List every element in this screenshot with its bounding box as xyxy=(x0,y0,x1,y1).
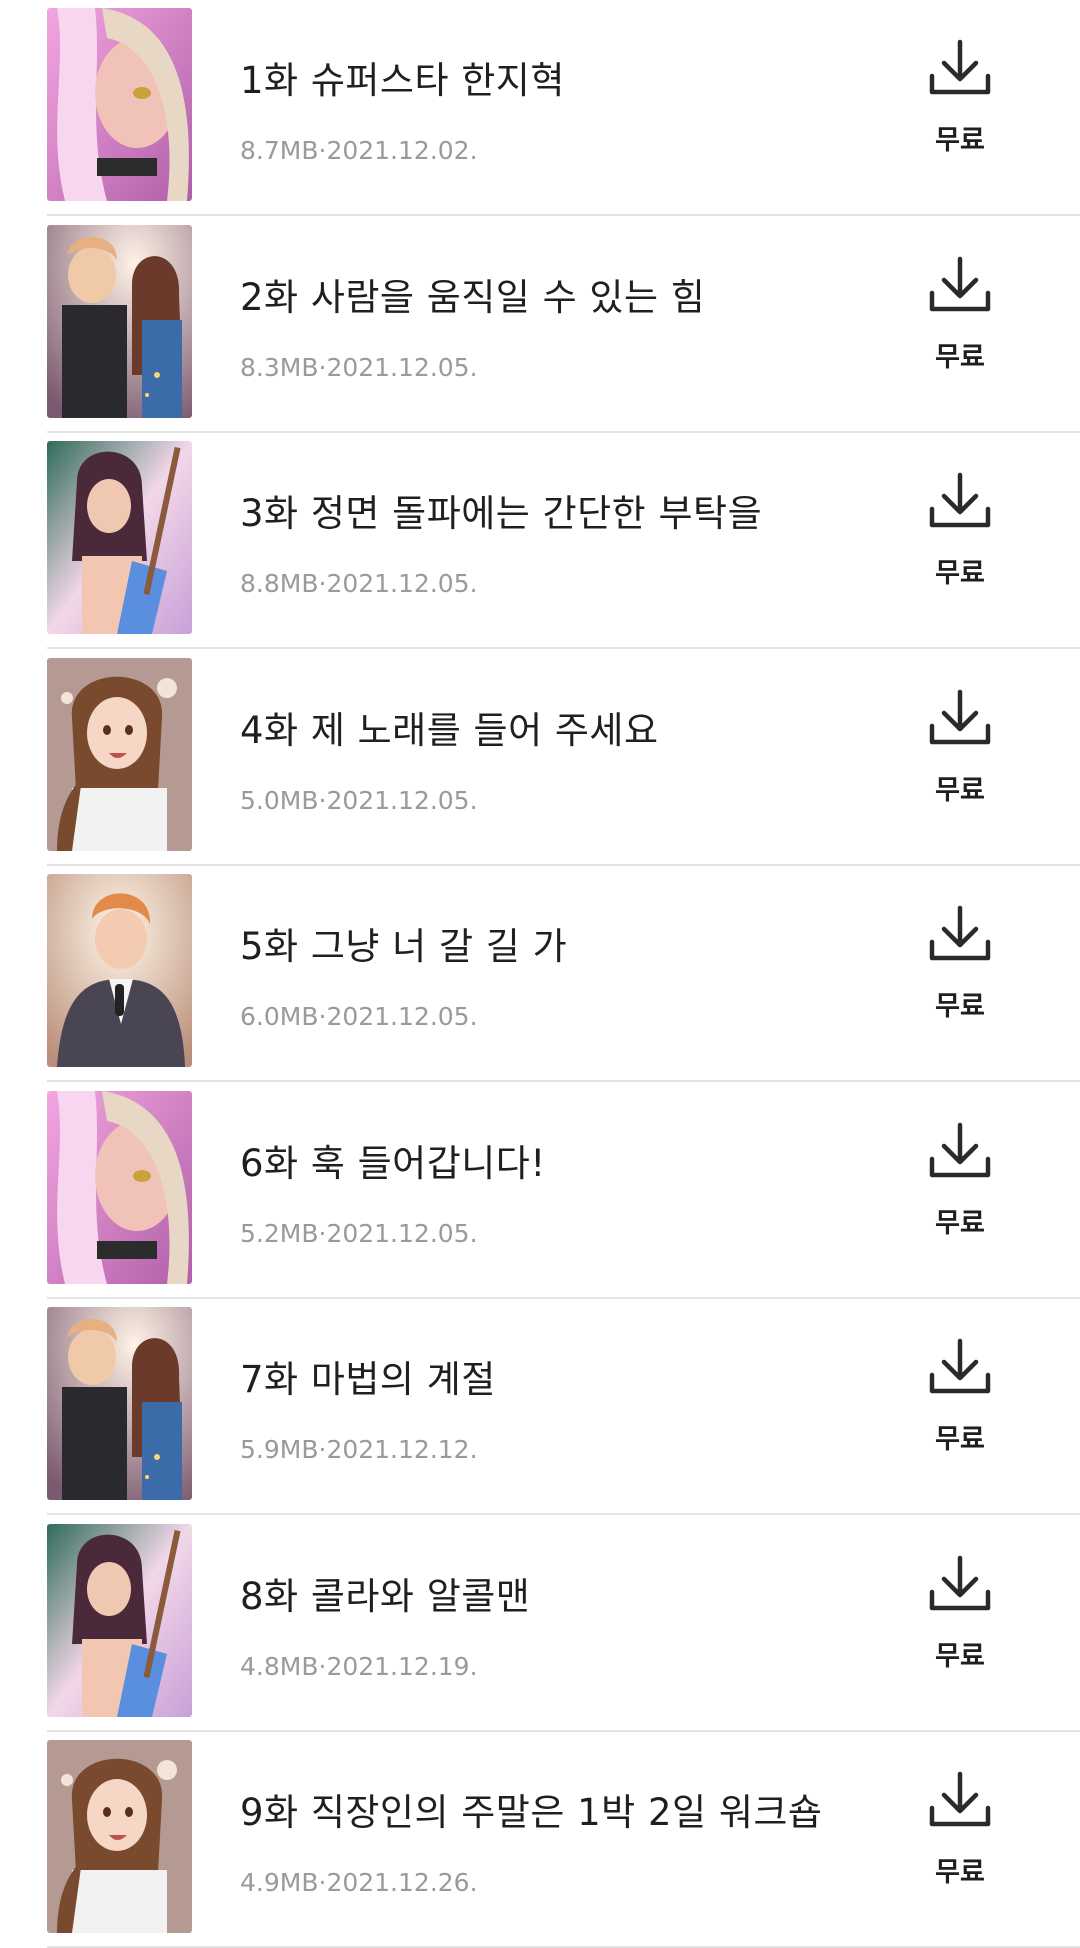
episode-title: 5화 그냥 너 갈 길 가 xyxy=(240,925,568,968)
episode-title: 2화 사람을 움직일 수 있는 힘 xyxy=(240,275,706,319)
price-label: 무료 xyxy=(935,1207,985,1239)
episode-date: 2021.12.05. xyxy=(326,785,478,815)
episode-row-8[interactable]: 8화 콜라와 알콜맨 4.8MB·2021.12.19. 무료 xyxy=(0,1516,1080,1732)
episode-date: 2021.12.12. xyxy=(326,1435,478,1464)
download-button[interactable]: 무료 xyxy=(915,471,1005,601)
episode-size: 5.0MB xyxy=(240,785,319,815)
episode-row-5[interactable]: 5화 그냥 너 갈 길 가 6.0MB·2021.12.05. 무료 xyxy=(0,866,1080,1082)
episode-size: 5.2MB xyxy=(240,1218,319,1248)
episode-thumbnail xyxy=(47,441,192,634)
price-label: 무료 xyxy=(935,991,985,1022)
download-icon xyxy=(929,1771,991,1827)
episode-title: 1화 슈퍼스타 한지혁 xyxy=(240,59,565,102)
episode-size: 4.9MB xyxy=(240,1868,319,1897)
episode-size: 8.8MB xyxy=(240,569,319,598)
episode-thumbnail xyxy=(47,657,192,851)
download-icon xyxy=(929,1122,991,1177)
episode-meta: 8.3MB·2021.12.05. xyxy=(240,353,478,382)
download-icon xyxy=(929,905,991,961)
download-icon xyxy=(929,472,991,528)
episode-row-7[interactable]: 7화 마법의 계절 5.9MB·2021.12.12. 무료 xyxy=(0,1299,1080,1515)
download-icon xyxy=(929,256,991,311)
price-label: 무료 xyxy=(935,125,985,156)
price-label: 무료 xyxy=(935,1640,985,1672)
price-label: 무료 xyxy=(935,341,985,373)
episode-thumbnail xyxy=(47,1090,192,1284)
episode-title: 6화 훅 들어갑니다! xyxy=(240,1141,546,1185)
episode-date: 2021.12.26. xyxy=(326,1868,478,1897)
episode-title: 3화 정면 돌파에는 간단한 부탁을 xyxy=(240,492,763,535)
episode-thumbnail xyxy=(47,874,192,1067)
episode-meta: 5.2MB·2021.12.05. xyxy=(240,1219,478,1248)
download-button[interactable]: 무료 xyxy=(915,904,1005,1034)
episode-thumbnail xyxy=(47,1740,192,1933)
episode-thumbnail xyxy=(47,1307,192,1500)
download-button[interactable]: 무료 xyxy=(915,1770,1005,1900)
episode-size: 8.3MB xyxy=(240,352,319,382)
download-button[interactable]: 무료 xyxy=(915,38,1005,168)
episode-title: 7화 마법의 계절 xyxy=(240,1358,496,1401)
download-button[interactable]: 무료 xyxy=(915,688,1005,818)
episode-thumbnail xyxy=(47,224,192,418)
episode-meta: 5.0MB·2021.12.05. xyxy=(240,786,478,815)
episode-date: 2021.12.05. xyxy=(326,569,478,598)
episode-date: 2021.12.05. xyxy=(326,352,478,382)
download-button[interactable]: 무료 xyxy=(915,1121,1005,1251)
episode-title: 9화 직장인의 주말은 1박 2일 워크숍 xyxy=(240,1791,823,1834)
episode-row-3[interactable]: 3화 정면 돌파에는 간단한 부탁을 8.8MB·2021.12.05. 무료 xyxy=(0,433,1080,649)
download-button[interactable]: 무료 xyxy=(915,1554,1005,1684)
episode-size: 5.9MB xyxy=(240,1435,319,1464)
episode-size: 4.8MB xyxy=(240,1651,319,1681)
price-label: 무료 xyxy=(935,774,985,806)
episode-row-6[interactable]: 6화 훅 들어갑니다! 5.2MB·2021.12.05. 무료 xyxy=(0,1083,1080,1299)
download-icon xyxy=(929,1555,991,1610)
price-label: 무료 xyxy=(935,1424,985,1455)
episode-meta: 4.9MB·2021.12.26. xyxy=(240,1868,478,1897)
episode-date: 2021.12.02. xyxy=(326,136,478,165)
episode-row-9[interactable]: 9화 직장인의 주말은 1박 2일 워크숍 4.9MB·2021.12.26. … xyxy=(0,1732,1080,1948)
episode-meta: 6.0MB·2021.12.05. xyxy=(240,1002,478,1031)
episode-title: 4화 제 노래를 들어 주세요 xyxy=(240,708,659,752)
episode-row-1[interactable]: 1화 슈퍼스타 한지혁 8.7MB·2021.12.02. 무료 xyxy=(0,0,1080,216)
episode-meta: 4.8MB·2021.12.19. xyxy=(240,1652,478,1681)
episode-list: 1화 슈퍼스타 한지혁 8.7MB·2021.12.02. 무료 2화 사람을 … xyxy=(0,0,1080,1948)
price-label: 무료 xyxy=(935,558,985,589)
download-icon xyxy=(929,39,991,95)
download-button[interactable]: 무료 xyxy=(915,255,1005,385)
episode-title: 8화 콜라와 알콜맨 xyxy=(240,1574,531,1618)
episode-date: 2021.12.05. xyxy=(326,1218,478,1248)
price-label: 무료 xyxy=(935,1857,985,1888)
episode-row-2[interactable]: 2화 사람을 움직일 수 있는 힘 8.3MB·2021.12.05. 무료 xyxy=(0,217,1080,433)
episode-row-4[interactable]: 4화 제 노래를 들어 주세요 5.0MB·2021.12.05. 무료 xyxy=(0,650,1080,866)
episode-date: 2021.12.19. xyxy=(326,1651,478,1681)
download-button[interactable]: 무료 xyxy=(915,1337,1005,1467)
download-icon xyxy=(929,689,991,744)
episode-meta: 8.7MB·2021.12.02. xyxy=(240,136,478,165)
episode-thumbnail xyxy=(47,1523,192,1717)
episode-size: 6.0MB xyxy=(240,1002,319,1031)
episode-date: 2021.12.05. xyxy=(326,1002,478,1031)
download-icon xyxy=(929,1338,991,1394)
episode-meta: 5.9MB·2021.12.12. xyxy=(240,1435,478,1464)
episode-size: 8.7MB xyxy=(240,136,319,165)
episode-meta: 8.8MB·2021.12.05. xyxy=(240,569,478,598)
episode-thumbnail xyxy=(47,8,192,201)
